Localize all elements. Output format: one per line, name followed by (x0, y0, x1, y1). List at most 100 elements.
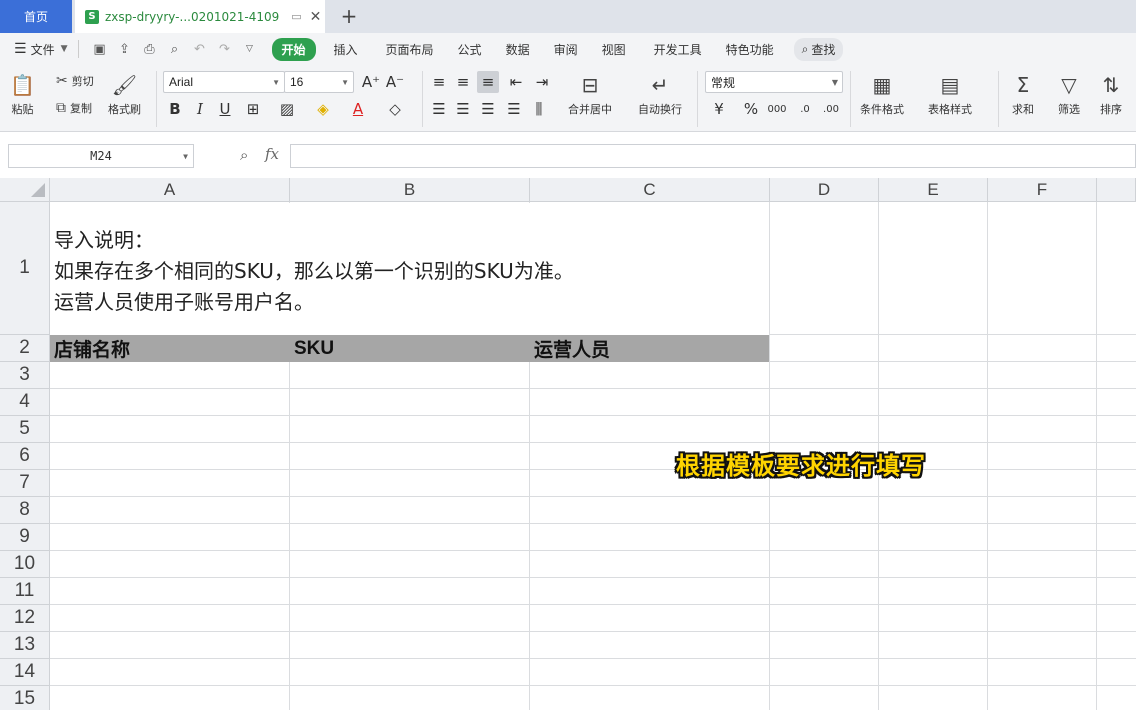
row-header-11[interactable]: 11 (0, 578, 50, 605)
align-right-icon[interactable]: ☰ (477, 98, 499, 120)
copy-button[interactable]: ⧉ 复制 (56, 100, 92, 116)
cut-button[interactable]: ✂ 剪切 (56, 73, 94, 89)
name-box[interactable]: M24 ▼ (8, 144, 194, 168)
redo-icon[interactable]: ↷ (215, 39, 235, 59)
eraser-icon[interactable]: ◇ (384, 98, 406, 120)
menu-features[interactable]: 特色功能 (716, 38, 784, 61)
sort-button[interactable]: ⇅ 排序 (1100, 71, 1122, 117)
filter-button[interactable]: ▽ 筛选 (1058, 71, 1080, 117)
row-header-12[interactable]: 12 (0, 605, 50, 632)
print-icon[interactable]: ⎙ (140, 39, 160, 59)
undo-icon[interactable]: ↶ (190, 39, 210, 59)
row-header-5[interactable]: 5 (0, 416, 50, 443)
menu-developer[interactable]: 开发工具 (644, 38, 712, 61)
spreadsheet-grid[interactable]: A B C D E F 1 2 3 4 5 6 7 8 9 10 11 12 1… (0, 178, 1136, 710)
menu-view[interactable]: 视图 (592, 38, 636, 61)
export-icon[interactable]: ⇪ (115, 39, 135, 59)
align-top-icon[interactable]: ≡ (428, 71, 450, 93)
font-color-icon[interactable]: A (347, 98, 369, 120)
row-header-10[interactable]: 10 (0, 551, 50, 578)
thousands-icon[interactable]: 000 (766, 98, 788, 120)
fill-pattern-icon[interactable]: ▨ (276, 98, 298, 120)
bold-icon[interactable]: B (164, 98, 186, 120)
cell-a1-instructions[interactable]: 导入说明： 如果存在多个相同的SKU，那么以第一个识别的SKU为准。 运营人员使… (50, 203, 769, 335)
header-row: 店铺名称 SKU 运营人员 (50, 335, 769, 362)
search-button[interactable]: ⌕ 查找 (793, 37, 844, 61)
conditional-format-button[interactable]: ▦ 条件格式 (860, 71, 904, 117)
menu-data[interactable]: 数据 (496, 38, 540, 61)
funnel-icon: ▽ (1061, 73, 1077, 97)
spreadsheet-icon: S (85, 9, 99, 24)
column-header-b[interactable]: B (290, 178, 530, 202)
row-header-7[interactable]: 7 (0, 470, 50, 497)
decrease-decimal-icon[interactable]: .00 (820, 98, 842, 120)
format-painter-button[interactable]: 🖌 格式刷 (108, 71, 141, 117)
paste-button[interactable]: 📋 粘贴 (10, 71, 35, 117)
row-header-3[interactable]: 3 (0, 362, 50, 389)
menu-home[interactable]: 开始 (271, 37, 316, 61)
row-header-14[interactable]: 14 (0, 659, 50, 686)
font-size-select[interactable]: 16 ▼ (284, 71, 354, 93)
decrease-font-icon[interactable]: A⁻ (384, 71, 406, 93)
justify-icon[interactable]: ☰ (503, 98, 525, 120)
cell-b2-sku[interactable]: SKU (290, 335, 530, 362)
row-header-13[interactable]: 13 (0, 632, 50, 659)
zoom-icon[interactable]: ⌕ (240, 146, 248, 164)
menu-formulas[interactable]: 公式 (448, 38, 492, 61)
align-bottom-icon[interactable]: ≡ (477, 71, 499, 93)
increase-font-icon[interactable]: A⁺ (360, 71, 382, 93)
copy-icon: ⧉ (56, 100, 66, 116)
row-header-6[interactable]: 6 (0, 443, 50, 470)
save-icon[interactable]: ▣ (90, 39, 110, 59)
select-all-corner[interactable] (0, 178, 50, 202)
cell-a2-store-name[interactable]: 店铺名称 (50, 335, 290, 362)
menu-insert[interactable]: 插入 (324, 38, 368, 61)
column-header-g[interactable] (1097, 178, 1136, 202)
function-icon[interactable]: fx (265, 145, 279, 163)
align-left-icon[interactable]: ☰ (428, 98, 450, 120)
row-header-9[interactable]: 9 (0, 524, 50, 551)
divider (850, 71, 851, 127)
percent-icon[interactable]: % (740, 98, 762, 120)
underline-icon[interactable]: U (214, 98, 236, 120)
gridline (50, 604, 1136, 605)
wrap-text-button[interactable]: ↵ 自动换行 (638, 71, 682, 117)
row-header-8[interactable]: 8 (0, 497, 50, 524)
increase-decimal-icon[interactable]: .0 (794, 98, 816, 120)
column-header-d[interactable]: D (770, 178, 879, 202)
menu-page-layout[interactable]: 页面布局 (376, 38, 444, 61)
customize-icon[interactable]: ▽ (240, 39, 260, 59)
align-center-icon[interactable]: ☰ (452, 98, 474, 120)
table-style-button[interactable]: ▤ 表格样式 (928, 71, 972, 117)
distribute-icon[interactable]: ⫼ (528, 98, 550, 120)
merge-center-button[interactable]: ⊟ 合并居中 (568, 71, 612, 117)
sum-button[interactable]: Σ 求和 (1012, 71, 1034, 117)
align-middle-icon[interactable]: ≡ (452, 71, 474, 93)
italic-icon[interactable]: I (189, 98, 211, 120)
print-preview-icon[interactable]: ⌕ (165, 39, 185, 59)
column-header-e[interactable]: E (879, 178, 988, 202)
menu-review[interactable]: 审阅 (544, 38, 588, 61)
row-header-1[interactable]: 1 (0, 202, 50, 335)
column-header-c[interactable]: C (530, 178, 770, 202)
column-header-f[interactable]: F (988, 178, 1097, 202)
formula-input[interactable] (290, 144, 1136, 168)
new-tab-button[interactable]: + (338, 4, 360, 28)
currency-icon[interactable]: ¥ (708, 98, 730, 120)
tab-document[interactable]: S zxsp-dryyry-...0201021-4109 ▭ ✕ (75, 0, 325, 33)
cell-c2-operator[interactable]: 运营人员 (530, 335, 769, 362)
close-icon[interactable]: ✕ (310, 9, 322, 25)
outdent-icon[interactable]: ⇤ (505, 71, 527, 93)
file-menu[interactable]: ☰ 文件 ▼ (14, 41, 68, 58)
row-header-4[interactable]: 4 (0, 389, 50, 416)
indent-icon[interactable]: ⇥ (531, 71, 553, 93)
font-name-select[interactable]: Arial ▼ (163, 71, 285, 93)
row-header-2[interactable]: 2 (0, 335, 50, 362)
border-icon[interactable]: ⊞ (242, 98, 264, 120)
column-header-a[interactable]: A (50, 178, 290, 202)
row-header-15[interactable]: 15 (0, 686, 50, 710)
number-format-select[interactable]: 常规 ▼ (705, 71, 843, 93)
fill-color-icon[interactable]: ◈ (312, 98, 334, 120)
tab-home[interactable]: 首页 (0, 0, 72, 33)
monitor-icon[interactable]: ▭ (291, 10, 301, 23)
